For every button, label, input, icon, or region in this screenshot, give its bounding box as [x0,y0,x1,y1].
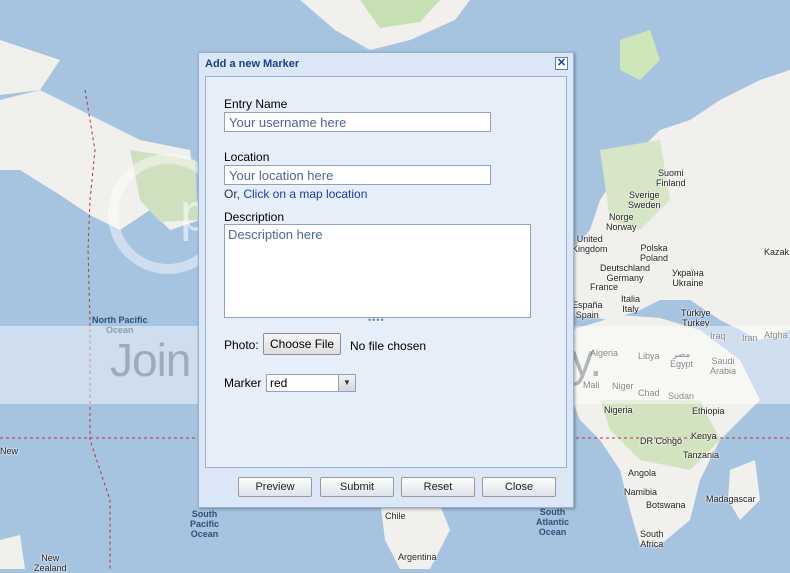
reset-button[interactable]: Reset [401,477,475,497]
description-label: Description [224,210,285,224]
map-label-italy: Italia Italy [621,294,641,314]
map-label-argentina: Argentina [398,552,437,562]
map-label-madagascar: Madagascar [706,494,756,504]
map-label-france: France [590,282,619,292]
marker-label: Marker [224,376,262,390]
map-label-tanzania: Tanzania [683,450,720,460]
map-label-kenya: Kenya [691,431,717,441]
map-label-dr-congo: DR Congo [640,436,683,446]
map-label-sweden: Sverige Sweden [628,190,661,210]
location-input[interactable] [224,165,491,185]
entry-name-input[interactable] [224,112,491,132]
map-label-nigeria: Nigeria [604,405,633,415]
close-icon[interactable]: ✕ [555,57,568,70]
or-text: Or, [224,187,244,201]
location-label: Location [224,150,270,164]
textarea-resize-grip-icon[interactable]: •••• [368,315,385,325]
map-label-namibia: Namibia [624,487,658,497]
dialog-titlebar[interactable]: Add a new Marker ✕ [199,53,573,75]
map-label-new-zealand: New Zealand [34,553,67,573]
map-label-chile: Chile [385,511,406,521]
photo-label: Photo: [224,338,259,352]
map-label-south-pacific-ocean: South Pacific Ocean [190,509,220,539]
marker-color-select[interactable]: red ▼ [266,374,356,392]
map-label-south-atlantic-ocean: South Atlantic Ocean [536,507,570,537]
map-label-botswana: Botswana [646,500,686,510]
map-label-finland: Suomi Finland [656,168,686,188]
map-label-germany: Deutschland Germany [600,263,651,283]
dialog-body: Entry Name Location Or, Click on a map l… [205,76,567,468]
file-status-text: No file chosen [350,339,427,353]
map-label-norway: Norge Norway [606,212,637,232]
submit-button[interactable]: Submit [320,477,394,497]
choose-file-button[interactable]: Choose File [263,333,342,355]
map-label-spain: España Spain [572,300,603,320]
map-label-kazakhstan: Kazak [764,247,790,257]
map-label-poland: Polska Poland [640,243,669,263]
preview-button[interactable]: Preview [238,477,312,497]
dialog-title: Add a new Marker [205,58,300,70]
map-location-hint: Or, Click on a map location [224,187,367,201]
map-label-ethiopia: Ethiopia [692,406,725,416]
marker-color-value: red [270,376,288,390]
close-button[interactable]: Close [482,477,556,497]
chevron-down-icon[interactable]: ▼ [338,375,355,391]
description-textarea[interactable] [224,224,531,318]
map-label-turkey: Türkiye Turkey [681,308,711,328]
map-location-link[interactable]: Click on a map location [243,187,367,201]
add-marker-dialog: Add a new Marker ✕ Entry Name Location O… [198,52,574,508]
map-label-united-kingdom: United Kingdom [572,234,608,254]
map-label-angola: Angola [628,468,657,478]
map-label-ukraine: Україна Ukraine [672,268,704,288]
map-label-new-1: New [0,446,19,456]
map-label-south-africa: South Africa [640,529,664,549]
entry-name-label: Entry Name [224,97,288,111]
